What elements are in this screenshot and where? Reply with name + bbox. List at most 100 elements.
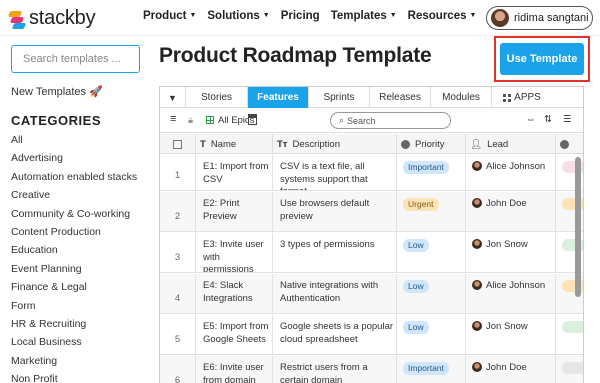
chevron-down-icon: ▼ [469, 12, 477, 19]
tabs-collapse-toggle[interactable]: ▼ [160, 87, 186, 108]
category-item[interactable]: Marketing [11, 354, 137, 372]
priority-tag: Important [403, 161, 449, 174]
cell-name[interactable]: E3: Invite user with permissions [196, 233, 273, 272]
category-item[interactable]: Content Production [11, 225, 137, 243]
cell-description[interactable]: CSV is a text file, all systems support … [273, 155, 397, 190]
cell-name[interactable]: E5: Import from Google Sheets [196, 315, 273, 354]
vertical-scrollbar[interactable] [575, 157, 581, 297]
avatar [491, 9, 509, 27]
row-height-icon[interactable] [248, 114, 257, 125]
page-title: Product Roadmap Template [159, 44, 432, 67]
cell-lead[interactable]: John Doe [466, 192, 556, 231]
tab-sprints[interactable]: Sprints [309, 87, 370, 108]
lock-icon[interactable]: 🔒︎ [188, 115, 193, 126]
user-icon: 👤︎ [470, 138, 483, 150]
cell-priority[interactable]: Important [397, 155, 466, 190]
grid-header: T Name Tт Description Priority 👤︎ Lead [160, 134, 583, 154]
table-row[interactable]: 4 E4: Slack Integrations Native integrat… [160, 274, 583, 314]
priority-tag: Low [403, 321, 429, 334]
tab-apps[interactable]: APPS [492, 87, 552, 108]
cell-name[interactable]: E2: Print Preview [196, 192, 273, 231]
search-templates-input[interactable] [11, 45, 140, 73]
table-row[interactable]: 6 E6: Invite user from domain Restrict u… [160, 356, 583, 383]
new-templates-link[interactable]: New Templates 🚀 [11, 85, 103, 98]
stackby-logo[interactable]: stackby [7, 7, 96, 30]
cell-priority[interactable]: Important [397, 356, 466, 383]
priority-tag: Low [403, 280, 429, 293]
column-header-priority[interactable]: Priority [397, 134, 466, 154]
table-row[interactable]: 5 E5: Import from Google Sheets Google s… [160, 315, 583, 355]
category-item[interactable]: Finance & Legal [11, 280, 137, 298]
logo-text: stackby [29, 7, 96, 29]
avatar [472, 161, 482, 171]
user-name: ridima sangtani [514, 12, 589, 24]
view-search-input[interactable]: ⌕ Search [330, 112, 451, 129]
cell-name[interactable]: E1: Import from CSV [196, 155, 273, 190]
category-item[interactable]: Advertising [11, 151, 137, 169]
cell-extra[interactable] [556, 315, 583, 354]
filter-icon[interactable]: ☰ [563, 114, 572, 125]
category-item[interactable]: Automation enabled stacks [11, 170, 137, 188]
nav-product[interactable]: Product ▼ [143, 10, 196, 22]
cell-lead[interactable]: Alice Johnson [466, 274, 556, 313]
select-all-checkbox[interactable] [160, 134, 196, 154]
menu-icon[interactable]: ≡ [170, 113, 176, 125]
category-item[interactable]: HR & Recruiting [11, 317, 137, 335]
avatar [472, 198, 482, 208]
cell-description[interactable]: Google sheets is a popular cloud spreads… [273, 315, 397, 354]
cell-priority[interactable]: Low [397, 233, 466, 272]
cell-description[interactable]: Restrict users from a certain domain [273, 356, 397, 383]
user-menu[interactable]: ridima sangtani [486, 6, 593, 30]
column-header-name[interactable]: T Name [196, 134, 273, 154]
tab-modules[interactable]: Modules [431, 87, 492, 108]
cell-description[interactable]: Use browsers default preview [273, 192, 397, 231]
table-row[interactable]: 2 E2: Print Preview Use browsers default… [160, 192, 583, 232]
category-item[interactable]: All [11, 133, 137, 151]
cell-lead[interactable]: Alice Johnson [466, 155, 556, 190]
nav-solutions[interactable]: Solutions ▼ [207, 10, 269, 22]
category-item[interactable]: Local Business [11, 335, 137, 353]
top-nav: stackby Product ▼ Solutions ▼ Pricing Temp… [0, 0, 600, 36]
chevron-down-icon: ▼ [189, 12, 197, 19]
column-header-description[interactable]: Tт Description [273, 134, 397, 154]
avatar [472, 321, 482, 331]
cell-priority[interactable]: Urgent [397, 192, 466, 231]
category-item[interactable]: Creative [11, 188, 137, 206]
table-row[interactable]: 3 E3: Invite user with permissions 3 typ… [160, 233, 583, 273]
tab-features[interactable]: Features [248, 87, 309, 108]
column-header-lead[interactable]: 👤︎ Lead [466, 134, 556, 154]
cell-lead[interactable]: John Doe [466, 356, 556, 383]
category-item[interactable]: Community & Co-working [11, 207, 137, 225]
logo-icon [7, 9, 27, 29]
long-text-icon: Tт [277, 138, 288, 150]
category-item[interactable]: Non Profit [11, 372, 137, 383]
column-header-more[interactable] [556, 134, 583, 154]
cell-description[interactable]: Native integrations with Authentication [273, 274, 397, 313]
share-icon[interactable]: ⇔ [526, 114, 536, 125]
view-toolbar: ≡ 🔒︎ All Epics ⌕ Search ⇔ ⇅ ☰ [160, 109, 583, 133]
nav-templates[interactable]: Templates ▼ [331, 10, 397, 22]
category-item[interactable]: Education [11, 243, 137, 261]
nav-pricing[interactable]: Pricing [281, 10, 320, 22]
category-item[interactable]: Form [11, 299, 137, 317]
cell-lead[interactable]: Jon Snow [466, 233, 556, 272]
cell-name[interactable]: E6: Invite user from domain [196, 356, 273, 383]
cell-description[interactable]: 3 types of permissions [273, 233, 397, 272]
search-icon: ⌕ [339, 115, 345, 125]
nav-resources[interactable]: Resources ▼ [408, 10, 477, 22]
cell-priority[interactable]: Low [397, 315, 466, 354]
row-number: 6 [160, 356, 196, 383]
cell-priority[interactable]: Low [397, 274, 466, 313]
chevron-down-icon: ▼ [262, 12, 270, 19]
cell-extra[interactable] [556, 356, 583, 383]
use-template-button[interactable]: Use Template [500, 43, 584, 75]
category-item[interactable]: Event Planning [11, 262, 137, 280]
cell-lead[interactable]: Jon Snow [466, 315, 556, 354]
cell-name[interactable]: E4: Slack Integrations [196, 274, 273, 313]
tab-releases[interactable]: Releases [370, 87, 431, 108]
table-row[interactable]: 1 E1: Import from CSV CSV is a text file… [160, 155, 583, 191]
avatar [472, 239, 482, 249]
tab-stories[interactable]: Stories [186, 87, 248, 108]
avatar [472, 280, 482, 290]
fields-icon[interactable]: ⇅ [544, 114, 552, 125]
